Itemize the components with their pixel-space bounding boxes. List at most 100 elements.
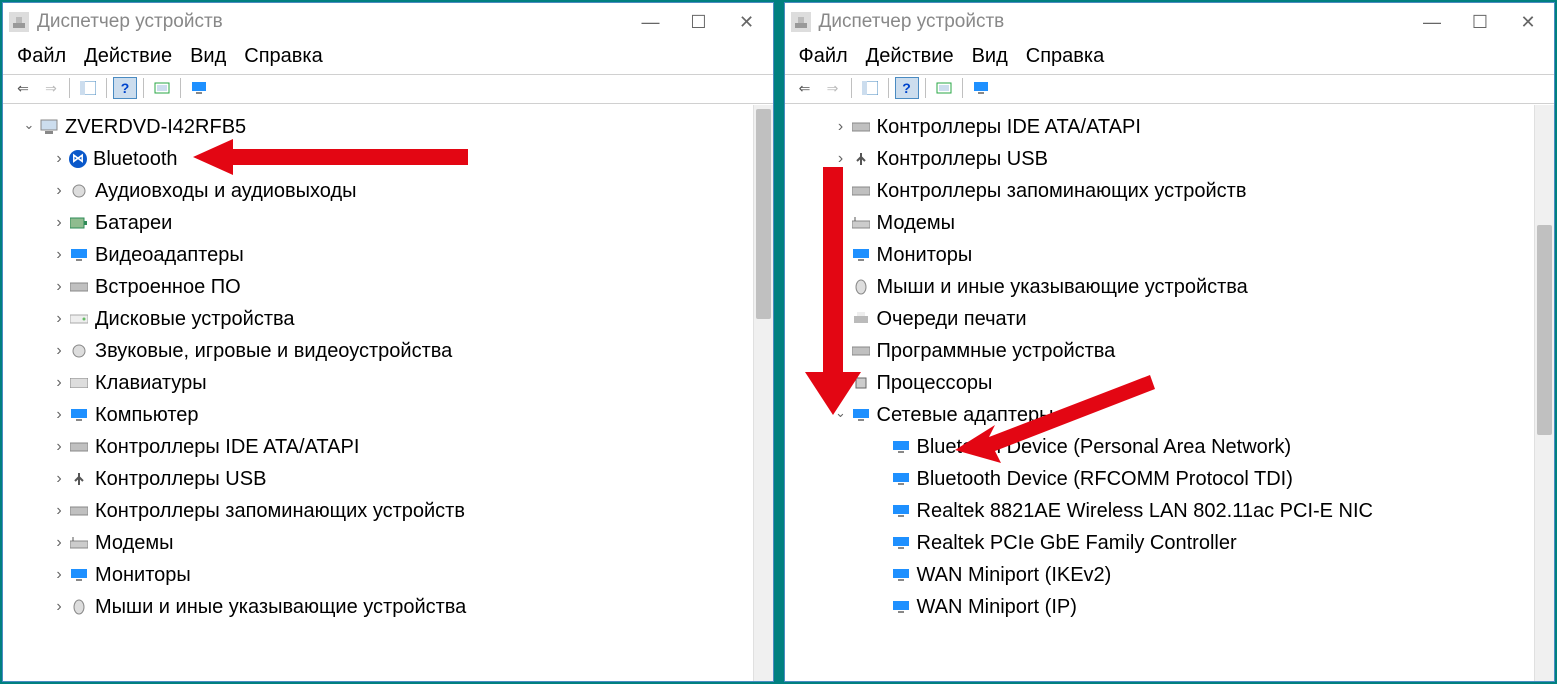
tree-item[interactable]: Мыши и иные указывающие устройства [7,591,749,623]
vertical-scrollbar[interactable] [1534,105,1554,681]
show-hide-tree-button[interactable] [76,77,100,99]
keyboard-icon [69,373,89,393]
tree-item[interactable]: Встроенное ПО [7,271,749,303]
close-button[interactable]: ✕ [1518,12,1538,33]
chevron-right-icon[interactable] [833,178,849,204]
menu-file[interactable]: Файл [17,45,66,68]
chevron-right-icon[interactable] [833,114,849,140]
scan-hardware-button[interactable] [932,77,956,99]
tree-item[interactable]: Мыши и иные указывающие устройства [789,271,1531,303]
chevron-right-icon[interactable] [51,306,67,332]
tree-item[interactable]: Realtek PCIe GbE Family Controller [789,527,1531,559]
device-tree[interactable]: ZVERDVD-I42RFB5 ⋈BluetoothАудиовходы и а… [3,105,753,681]
tree-item[interactable]: Модемы [789,207,1531,239]
tree-item[interactable]: ⋈Bluetooth [7,143,749,175]
device-tree[interactable]: Контроллеры IDE ATA/ATAPIКонтроллеры USB… [785,105,1535,681]
tree-item[interactable]: Контроллеры USB [789,143,1531,175]
tree-item[interactable]: Аудиовходы и аудиовыходы [7,175,749,207]
chevron-right-icon[interactable] [51,274,67,300]
minimize-button[interactable]: — [1422,12,1442,33]
tree-item-label: Встроенное ПО [95,271,241,303]
help-button[interactable]: ? [113,77,137,99]
monitor-button[interactable] [969,77,993,99]
tree-item[interactable]: Видеоадаптеры [7,239,749,271]
chevron-right-icon[interactable] [51,402,67,428]
menu-view[interactable]: Вид [972,45,1008,68]
tree-item[interactable]: Сетевые адаптеры [789,399,1531,431]
tree-item[interactable]: Батареи [7,207,749,239]
chevron-right-icon[interactable] [833,306,849,332]
chevron-right-icon[interactable] [51,242,67,268]
chevron-right-icon[interactable] [833,274,849,300]
window-controls: — ☐ ✕ [641,12,767,33]
tree-item[interactable]: Bluetooth Device (Personal Area Network) [789,431,1531,463]
tree-item[interactable]: Модемы [7,527,749,559]
tree-item[interactable]: Контроллеры запоминающих устройств [7,495,749,527]
forward-button[interactable]: ⇒ [821,77,845,99]
tree-item[interactable]: Звуковые, игровые и видеоустройства [7,335,749,367]
chevron-right-icon[interactable] [51,146,67,172]
tree-item[interactable]: Контроллеры IDE ATA/ATAPI [789,111,1531,143]
tree-item[interactable]: Программные устройства [789,335,1531,367]
show-hide-tree-button[interactable] [858,77,882,99]
vertical-scrollbar[interactable] [753,105,773,681]
chevron-right-icon[interactable] [51,530,67,556]
titlebar: Диспетчер устройств — ☐ ✕ [785,3,1555,41]
chevron-right-icon[interactable] [833,210,849,236]
scrollbar-thumb[interactable] [756,109,771,319]
menu-view[interactable]: Вид [190,45,226,68]
toolbar-separator [69,78,70,98]
chevron-right-icon[interactable] [51,594,67,620]
tree-item[interactable]: WAN Miniport (IKEv2) [789,559,1531,591]
menu-file[interactable]: Файл [799,45,848,68]
tree-item[interactable]: Компьютер [7,399,749,431]
chevron-right-icon[interactable] [833,370,849,396]
back-button[interactable]: ⇐ [11,77,35,99]
help-button[interactable]: ? [895,77,919,99]
chevron-right-icon[interactable] [51,338,67,364]
menu-action[interactable]: Действие [84,45,172,68]
tree-item[interactable]: Очереди печати [789,303,1531,335]
tree-item[interactable]: Realtek 8821AE Wireless LAN 802.11ac PCI… [789,495,1531,527]
tree-item-label: Компьютер [95,399,199,431]
tree-item[interactable]: WAN Miniport (IP) [789,591,1531,623]
minimize-button[interactable]: — [641,12,661,33]
tree-item[interactable]: Клавиатуры [7,367,749,399]
chevron-right-icon[interactable] [51,178,67,204]
menu-action[interactable]: Действие [866,45,954,68]
chevron-right-icon[interactable] [833,338,849,364]
tree-item[interactable]: Контроллеры запоминающих устройств [789,175,1531,207]
scrollbar-thumb[interactable] [1537,225,1552,435]
monitor-button[interactable] [187,77,211,99]
tree-item[interactable]: Bluetooth Device (RFCOMM Protocol TDI) [789,463,1531,495]
network-icon [851,405,871,425]
tree-root[interactable]: ZVERDVD-I42RFB5 [7,111,749,143]
chevron-right-icon[interactable] [51,466,67,492]
menu-help[interactable]: Справка [244,45,322,68]
maximize-button[interactable]: ☐ [689,12,709,33]
card-icon [69,437,89,457]
back-button[interactable]: ⇐ [793,77,817,99]
tree-item[interactable]: Дисковые устройства [7,303,749,335]
chevron-right-icon[interactable] [51,210,67,236]
tree-item[interactable]: Контроллеры USB [7,463,749,495]
tree-item[interactable]: Мониторы [789,239,1531,271]
chevron-right-icon[interactable] [833,242,849,268]
chevron-right-icon[interactable] [51,434,67,460]
chevron-down-icon[interactable] [21,117,37,138]
maximize-button[interactable]: ☐ [1470,12,1490,33]
chevron-right-icon[interactable] [51,370,67,396]
close-button[interactable]: ✕ [737,12,757,33]
chevron-right-icon[interactable] [833,146,849,172]
chevron-right-icon[interactable] [51,562,67,588]
scan-hardware-button[interactable] [150,77,174,99]
menu-help[interactable]: Справка [1026,45,1104,68]
tree-item-label: Контроллеры USB [95,463,266,495]
tree-item[interactable]: Контроллеры IDE ATA/ATAPI [7,431,749,463]
tree-item[interactable]: Мониторы [7,559,749,591]
forward-button[interactable]: ⇒ [39,77,63,99]
chevron-down-icon[interactable] [833,405,849,426]
tree-item-label: Bluetooth Device (RFCOMM Protocol TDI) [917,463,1293,495]
tree-item[interactable]: Процессоры [789,367,1531,399]
chevron-right-icon[interactable] [51,498,67,524]
